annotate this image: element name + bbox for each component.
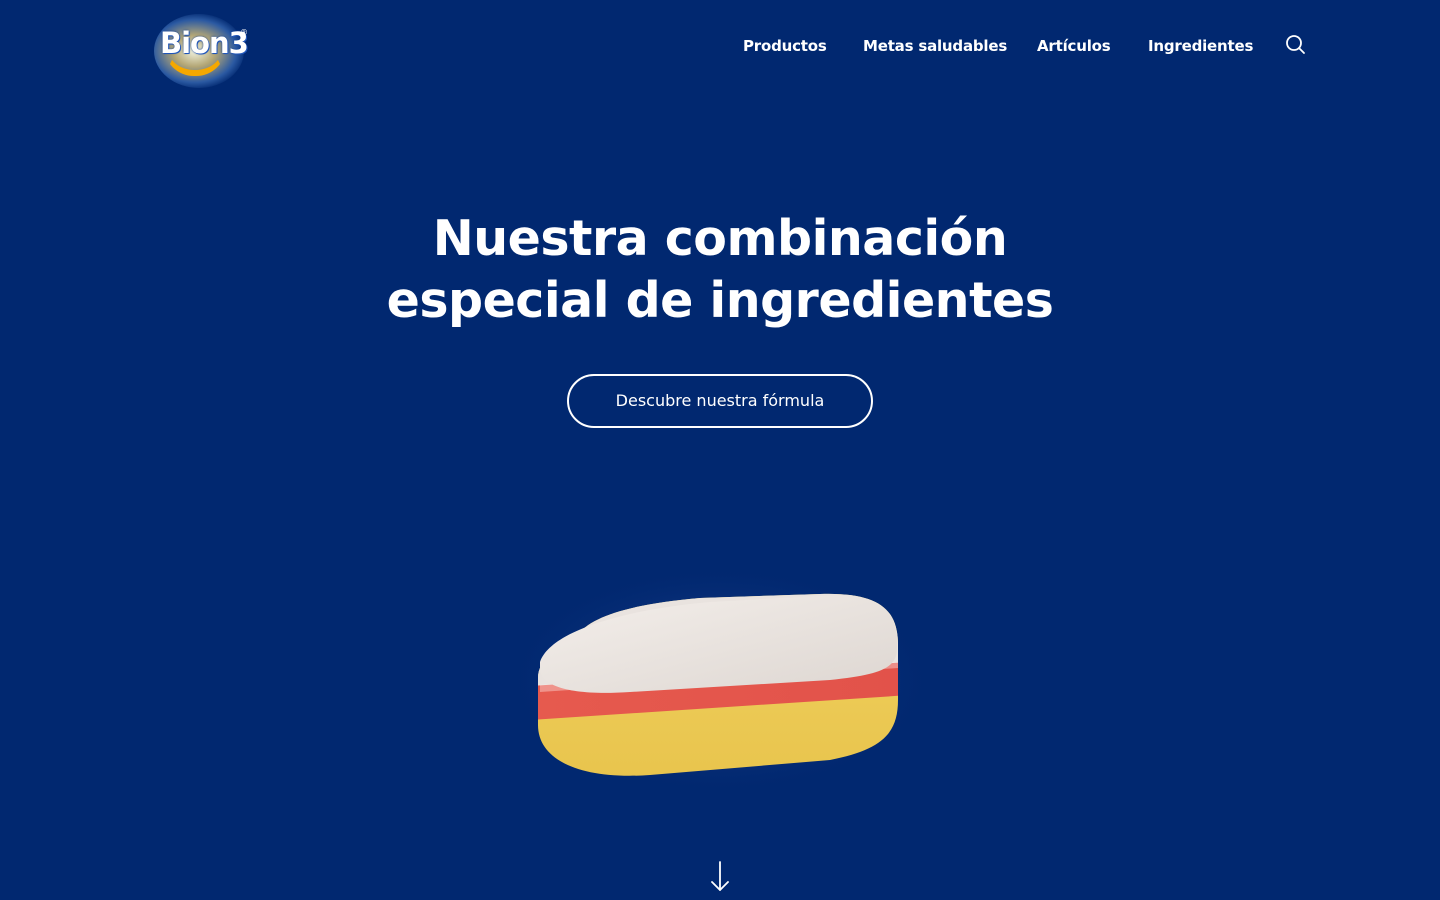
hero-title-line-2: especial de ingredientes (386, 272, 1054, 329)
nav-item-metas-saludables[interactable]: Metas saludables (863, 34, 1007, 58)
hero-title: Nuestra combinación especial de ingredie… (320, 208, 1120, 332)
search-icon (1286, 35, 1305, 54)
page: Bion3 ® Productos Metas saludables Artíc… (0, 0, 1440, 900)
main-nav: Productos Metas saludables Artículos Ing… (0, 34, 1440, 58)
scroll-down-button[interactable] (708, 860, 732, 894)
nav-item-articulos[interactable]: Artículos (1037, 34, 1111, 58)
arrow-down-icon (711, 861, 729, 891)
hero-title-line-1: Nuestra combinación (432, 210, 1008, 267)
discover-formula-button[interactable]: Descubre nuestra fórmula (567, 374, 873, 428)
pill-illustration (505, 565, 935, 795)
search-button[interactable] (1284, 33, 1308, 57)
nav-item-productos[interactable]: Productos (743, 34, 827, 58)
nav-item-ingredientes[interactable]: Ingredientes (1148, 34, 1253, 58)
